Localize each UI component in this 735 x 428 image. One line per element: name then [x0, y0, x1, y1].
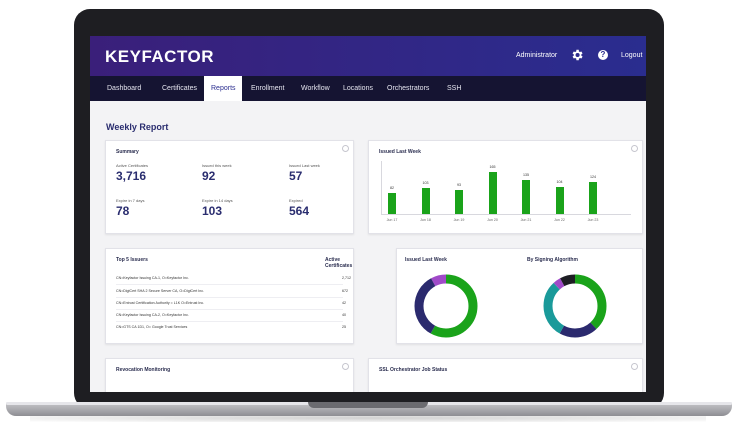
issued-chart-card: Issued Last Week 82 Jun 17 103 Jun 18 93 Jun …	[368, 140, 643, 234]
nav-certificates[interactable]: Certificates	[162, 85, 197, 92]
laptop-notch	[308, 402, 428, 408]
settings-icon[interactable]	[631, 363, 638, 370]
row-divider	[116, 284, 343, 285]
nav-reports-label: Reports	[211, 85, 236, 92]
issuer-count: 40	[342, 313, 346, 317]
stat-label: Active Certificates	[116, 163, 149, 168]
issuer-name[interactable]: CN=Entrust Certification Authority = L1K…	[116, 301, 204, 305]
chart-data-label: 104	[556, 180, 563, 185]
help-icon[interactable]: ?	[598, 50, 608, 60]
stat-value: 564	[289, 204, 310, 218]
gear-icon[interactable]	[570, 48, 584, 62]
chart-data-label: 165	[489, 164, 496, 169]
issuer-name[interactable]: CN=GTS CA 1D1, O= Google Trust Services	[116, 325, 187, 329]
stat-value: 78	[116, 204, 130, 218]
chart-bar[interactable]	[522, 179, 530, 214]
issuer-count: 42	[342, 301, 346, 305]
chart-data-label: 82	[390, 186, 394, 191]
issuer-count: 2,712	[342, 276, 351, 280]
chart-tick-label: Jun 21	[520, 218, 532, 222]
nav-reports[interactable]: Reports	[204, 76, 242, 101]
chart-bar[interactable]	[488, 171, 497, 214]
chart-bar[interactable]	[388, 193, 396, 214]
row-divider	[116, 309, 343, 310]
chart-tick-label: Jun 17	[386, 218, 398, 222]
nav-locations[interactable]: Locations	[343, 85, 373, 92]
chart-tick-label: Jun 23	[587, 218, 599, 222]
summary-title: Summary	[116, 149, 139, 155]
ssl-orchestrator-title: SSL Orchestrator Job Status	[379, 367, 448, 373]
stat-value: 57	[289, 169, 303, 183]
chart-tick-label: Jun 18	[420, 218, 431, 222]
issuer-name[interactable]: CN=Keyfactor Issuing CA-1, O=Keyfactor I…	[116, 276, 189, 280]
issuer-name[interactable]: CN=Keyfactor Issuing CA-2, O=Keyfactor I…	[116, 313, 189, 317]
nav-workflow[interactable]: Workflow	[301, 85, 330, 92]
nav-ssh[interactable]: SSH	[447, 85, 461, 92]
ssl-orchestrator-card: SSL Orchestrator Job Status	[368, 358, 643, 392]
stat-value: 103	[202, 204, 223, 218]
stat-label: Issued Last week	[289, 163, 320, 168]
chart-tick-label: Jun 19	[453, 218, 465, 222]
issuer-count: 25	[342, 325, 346, 329]
chart-tick-label: Jun 22	[554, 218, 565, 222]
summary-card: Summary Active Certificates 3,716 Issued…	[105, 140, 354, 234]
chart-bar[interactable]	[589, 182, 597, 214]
chart-bar[interactable]	[455, 190, 463, 214]
chart-tick-label: Jun 20	[487, 218, 498, 222]
nav-enrollment[interactable]: Enrollment	[251, 85, 284, 92]
top-bar: KEYFACTOR Administrator ? Logout	[90, 36, 646, 76]
page-title: Weekly Report	[106, 122, 169, 132]
issued-bar-chart: 82 Jun 17 103 Jun 18 93 Jun 19 165 Jun 20 135 Jun…	[369, 141, 642, 233]
chart-bar[interactable]	[555, 187, 564, 214]
chart-data-label: 135	[523, 172, 529, 177]
logout-link[interactable]: Logout	[621, 52, 642, 59]
stat-label: Expired	[289, 198, 303, 203]
stat-value: 3,716	[116, 169, 147, 183]
donut-charts-card: Issued Last Week By Signing Algorithm	[396, 248, 643, 344]
chart-data-label: 93	[457, 183, 461, 188]
active-certificates-header: Active Certificates	[325, 257, 353, 269]
top-issuers-title: Top 5 Issuers	[116, 257, 148, 263]
app-screen: KEYFACTOR Administrator ? Logout Dashboa…	[90, 36, 646, 392]
top-issuers-card: Top 5 Issuers Active Certificates CN=Key…	[105, 248, 354, 344]
chart-data-label: 103	[422, 180, 429, 185]
chart-y-axis-line	[381, 161, 382, 214]
nav-orchestrators[interactable]: Orchestrators	[387, 85, 429, 92]
stat-label: Expire in 7 days	[116, 198, 145, 203]
nav-dashboard[interactable]: Dashboard	[107, 85, 141, 92]
donut-right-title: By Signing Algorithm	[527, 257, 578, 263]
chart-data-label: 124	[590, 175, 596, 180]
revocation-title: Revocation Monitoring	[116, 367, 171, 373]
settings-icon[interactable]	[342, 145, 349, 152]
stat-label: Issued this week	[202, 163, 232, 168]
donut-left-title: Issued Last Week	[405, 257, 447, 263]
chart-axis-line	[381, 214, 631, 215]
chart-bar[interactable]	[421, 187, 430, 214]
algorithm-donut-chart	[543, 274, 607, 338]
issuer-name[interactable]: CN=DigiCert SHA 2 Secure Server CA, O=Di…	[116, 289, 204, 293]
stat-value: 92	[202, 169, 216, 183]
row-divider	[116, 297, 343, 298]
issued-donut-chart	[414, 274, 478, 338]
stat-label: Expire in 14 days	[202, 198, 233, 203]
issuer-count: 672	[342, 289, 348, 293]
row-divider	[116, 321, 343, 322]
settings-icon[interactable]	[342, 363, 349, 370]
user-menu[interactable]: Administrator	[516, 52, 557, 59]
revocation-card: Revocation Monitoring	[105, 358, 354, 392]
app-logo[interactable]: KEYFACTOR	[105, 47, 214, 67]
